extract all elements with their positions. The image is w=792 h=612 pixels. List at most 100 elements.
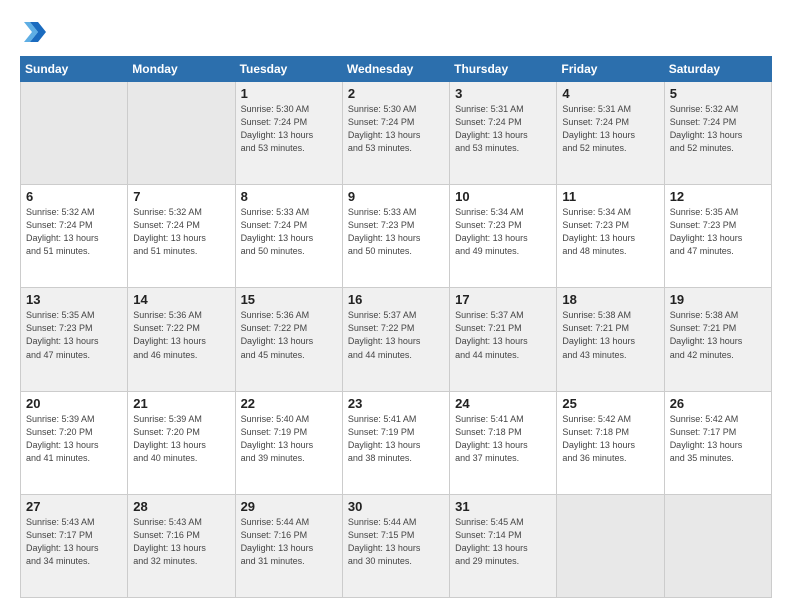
day-number: 22 bbox=[241, 396, 337, 411]
day-number: 29 bbox=[241, 499, 337, 514]
day-number: 1 bbox=[241, 86, 337, 101]
calendar-cell: 15Sunrise: 5:36 AM Sunset: 7:22 PM Dayli… bbox=[235, 288, 342, 391]
calendar-cell: 4Sunrise: 5:31 AM Sunset: 7:24 PM Daylig… bbox=[557, 82, 664, 185]
day-info: Sunrise: 5:40 AM Sunset: 7:19 PM Dayligh… bbox=[241, 413, 337, 465]
calendar-cell: 7 Sunrise: 5:32 AM Sunset: 7:24 PM Daylig… bbox=[128, 185, 235, 288]
calendar-cell: 13 Sunrise: 5:35 AM Sunset: 7:23 PM Dayli… bbox=[21, 288, 128, 391]
weekday-header: Wednesday bbox=[342, 57, 449, 82]
logo bbox=[20, 18, 54, 46]
day-info: Sunrise: 5:32 AM Sunset: 7:24 PM Dayligh… bbox=[133, 206, 229, 258]
day-info: Sunrise: 5:31 AM Sunset: 7:24 PM Dayligh… bbox=[455, 103, 551, 155]
day-number: 30 bbox=[348, 499, 444, 514]
day-number: 19 bbox=[670, 292, 766, 307]
day-info: Sunrise: 5:45 AM Sunset: 7:14 PM Dayligh… bbox=[455, 516, 551, 568]
day-number: 6 bbox=[26, 189, 122, 204]
weekday-header: Saturday bbox=[664, 57, 771, 82]
day-info: Sunrise: 5:32 AM Sunset: 7:24 PM Dayligh… bbox=[26, 206, 122, 258]
day-info: Sunrise: 5:36 AM Sunset: 7:22 PM Dayligh… bbox=[241, 309, 337, 361]
day-number: 24 bbox=[455, 396, 551, 411]
day-number: 12 bbox=[670, 189, 766, 204]
day-number: 16 bbox=[348, 292, 444, 307]
day-number: 13 bbox=[26, 292, 122, 307]
weekday-header: Monday bbox=[128, 57, 235, 82]
calendar-table: SundayMondayTuesdayWednesdayThursdayFrid… bbox=[20, 56, 772, 598]
day-info: Sunrise: 5:36 AM Sunset: 7:22 PM Dayligh… bbox=[133, 309, 229, 361]
day-number: 25 bbox=[562, 396, 658, 411]
day-info: Sunrise: 5:41 AM Sunset: 7:18 PM Dayligh… bbox=[455, 413, 551, 465]
calendar-cell: 23 Sunrise: 5:41 AM Sunset: 7:19 PM Dayli… bbox=[342, 391, 449, 494]
day-number: 10 bbox=[455, 189, 551, 204]
calendar-row: 20 Sunrise: 5:39 AM Sunset: 7:20 PM Dayli… bbox=[21, 391, 772, 494]
calendar-cell: 6 Sunrise: 5:32 AM Sunset: 7:24 PM Daylig… bbox=[21, 185, 128, 288]
day-number: 5 bbox=[670, 86, 766, 101]
calendar-cell: 12Sunrise: 5:35 AM Sunset: 7:23 PM Dayli… bbox=[664, 185, 771, 288]
day-info: Sunrise: 5:31 AM Sunset: 7:24 PM Dayligh… bbox=[562, 103, 658, 155]
calendar-cell: 14 Sunrise: 5:36 AM Sunset: 7:22 PM Dayli… bbox=[128, 288, 235, 391]
calendar-cell: 5Sunrise: 5:32 AM Sunset: 7:24 PM Daylig… bbox=[664, 82, 771, 185]
day-number: 3 bbox=[455, 86, 551, 101]
day-number: 23 bbox=[348, 396, 444, 411]
calendar-cell: 22 Sunrise: 5:40 AM Sunset: 7:19 PM Dayli… bbox=[235, 391, 342, 494]
calendar-cell: 20 Sunrise: 5:39 AM Sunset: 7:20 PM Dayli… bbox=[21, 391, 128, 494]
day-number: 20 bbox=[26, 396, 122, 411]
logo-icon bbox=[20, 18, 48, 46]
weekday-header: Sunday bbox=[21, 57, 128, 82]
day-info: Sunrise: 5:39 AM Sunset: 7:20 PM Dayligh… bbox=[26, 413, 122, 465]
calendar-cell bbox=[128, 82, 235, 185]
weekday-header: Thursday bbox=[450, 57, 557, 82]
calendar-cell bbox=[21, 82, 128, 185]
day-info: Sunrise: 5:37 AM Sunset: 7:22 PM Dayligh… bbox=[348, 309, 444, 361]
calendar-cell: 25Sunrise: 5:42 AM Sunset: 7:18 PM Dayli… bbox=[557, 391, 664, 494]
page: SundayMondayTuesdayWednesdayThursdayFrid… bbox=[0, 0, 792, 612]
day-number: 11 bbox=[562, 189, 658, 204]
day-number: 28 bbox=[133, 499, 229, 514]
day-info: Sunrise: 5:34 AM Sunset: 7:23 PM Dayligh… bbox=[455, 206, 551, 258]
day-info: Sunrise: 5:39 AM Sunset: 7:20 PM Dayligh… bbox=[133, 413, 229, 465]
calendar-cell: 8 Sunrise: 5:33 AM Sunset: 7:24 PM Daylig… bbox=[235, 185, 342, 288]
day-info: Sunrise: 5:43 AM Sunset: 7:16 PM Dayligh… bbox=[133, 516, 229, 568]
day-info: Sunrise: 5:42 AM Sunset: 7:17 PM Dayligh… bbox=[670, 413, 766, 465]
calendar-cell: 24 Sunrise: 5:41 AM Sunset: 7:18 PM Dayli… bbox=[450, 391, 557, 494]
day-info: Sunrise: 5:33 AM Sunset: 7:24 PM Dayligh… bbox=[241, 206, 337, 258]
calendar-row: 27Sunrise: 5:43 AM Sunset: 7:17 PM Dayli… bbox=[21, 494, 772, 597]
calendar-row: 1 Sunrise: 5:30 AM Sunset: 7:24 PM Daylig… bbox=[21, 82, 772, 185]
calendar-cell: 11 Sunrise: 5:34 AM Sunset: 7:23 PM Dayli… bbox=[557, 185, 664, 288]
header bbox=[20, 18, 772, 46]
calendar-cell: 1 Sunrise: 5:30 AM Sunset: 7:24 PM Daylig… bbox=[235, 82, 342, 185]
calendar-cell: 18 Sunrise: 5:38 AM Sunset: 7:21 PM Dayli… bbox=[557, 288, 664, 391]
day-number: 7 bbox=[133, 189, 229, 204]
day-info: Sunrise: 5:38 AM Sunset: 7:21 PM Dayligh… bbox=[670, 309, 766, 361]
day-info: Sunrise: 5:43 AM Sunset: 7:17 PM Dayligh… bbox=[26, 516, 122, 568]
calendar-cell: 10 Sunrise: 5:34 AM Sunset: 7:23 PM Dayli… bbox=[450, 185, 557, 288]
calendar-header-row: SundayMondayTuesdayWednesdayThursdayFrid… bbox=[21, 57, 772, 82]
calendar-cell: 26 Sunrise: 5:42 AM Sunset: 7:17 PM Dayli… bbox=[664, 391, 771, 494]
calendar-cell: 28 Sunrise: 5:43 AM Sunset: 7:16 PM Dayli… bbox=[128, 494, 235, 597]
day-info: Sunrise: 5:38 AM Sunset: 7:21 PM Dayligh… bbox=[562, 309, 658, 361]
calendar-cell: 9 Sunrise: 5:33 AM Sunset: 7:23 PM Daylig… bbox=[342, 185, 449, 288]
weekday-header: Friday bbox=[557, 57, 664, 82]
day-number: 31 bbox=[455, 499, 551, 514]
calendar-cell: 16 Sunrise: 5:37 AM Sunset: 7:22 PM Dayli… bbox=[342, 288, 449, 391]
day-info: Sunrise: 5:33 AM Sunset: 7:23 PM Dayligh… bbox=[348, 206, 444, 258]
day-info: Sunrise: 5:41 AM Sunset: 7:19 PM Dayligh… bbox=[348, 413, 444, 465]
day-number: 14 bbox=[133, 292, 229, 307]
calendar-row: 6 Sunrise: 5:32 AM Sunset: 7:24 PM Daylig… bbox=[21, 185, 772, 288]
calendar-row: 13 Sunrise: 5:35 AM Sunset: 7:23 PM Dayli… bbox=[21, 288, 772, 391]
day-info: Sunrise: 5:37 AM Sunset: 7:21 PM Dayligh… bbox=[455, 309, 551, 361]
calendar-cell: 31 Sunrise: 5:45 AM Sunset: 7:14 PM Dayli… bbox=[450, 494, 557, 597]
day-number: 9 bbox=[348, 189, 444, 204]
day-info: Sunrise: 5:44 AM Sunset: 7:16 PM Dayligh… bbox=[241, 516, 337, 568]
day-info: Sunrise: 5:34 AM Sunset: 7:23 PM Dayligh… bbox=[562, 206, 658, 258]
calendar-cell: 2 Sunrise: 5:30 AM Sunset: 7:24 PM Daylig… bbox=[342, 82, 449, 185]
day-info: Sunrise: 5:30 AM Sunset: 7:24 PM Dayligh… bbox=[241, 103, 337, 155]
calendar-cell: 29 Sunrise: 5:44 AM Sunset: 7:16 PM Dayli… bbox=[235, 494, 342, 597]
day-info: Sunrise: 5:35 AM Sunset: 7:23 PM Dayligh… bbox=[26, 309, 122, 361]
calendar-cell bbox=[664, 494, 771, 597]
day-info: Sunrise: 5:30 AM Sunset: 7:24 PM Dayligh… bbox=[348, 103, 444, 155]
day-number: 18 bbox=[562, 292, 658, 307]
day-number: 8 bbox=[241, 189, 337, 204]
calendar-cell: 17Sunrise: 5:37 AM Sunset: 7:21 PM Dayli… bbox=[450, 288, 557, 391]
day-number: 26 bbox=[670, 396, 766, 411]
day-number: 2 bbox=[348, 86, 444, 101]
calendar-cell: 3 Sunrise: 5:31 AM Sunset: 7:24 PM Daylig… bbox=[450, 82, 557, 185]
